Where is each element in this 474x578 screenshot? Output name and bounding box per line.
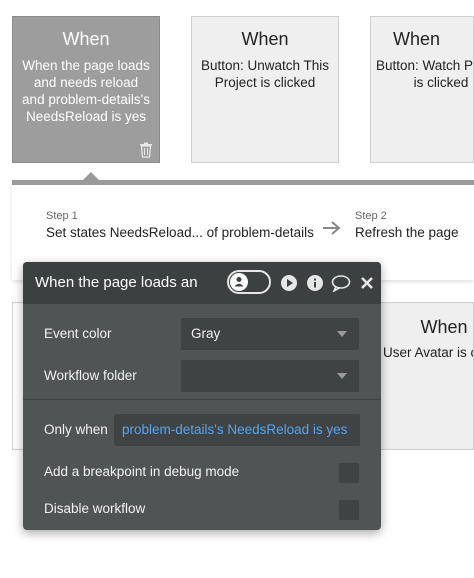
event-card-user-avatar[interactable]: When User Avatar is cl xyxy=(374,302,474,450)
breakpoint-label: Add a breakpoint in debug mode xyxy=(44,464,240,479)
disable-workflow-label: Disable workflow xyxy=(44,501,146,516)
event-card-unwatch-button[interactable]: When Button: Unwatch This Project is cli… xyxy=(191,16,339,163)
workflow-folder-label: Workflow folder xyxy=(44,368,137,383)
panel-header: When the page loads an xyxy=(23,262,381,304)
step-label: Step 2 xyxy=(355,210,387,222)
event-card-description: User Avatar is cl xyxy=(383,345,474,360)
trash-icon[interactable] xyxy=(139,142,153,158)
only-when-condition[interactable]: problem-details's NeedsReload is yes xyxy=(122,422,347,437)
breakpoint-checkbox[interactable] xyxy=(339,463,359,483)
chevron-down-icon xyxy=(337,331,347,337)
chevron-down-icon xyxy=(337,373,347,379)
panel-title[interactable]: When the page loads an xyxy=(35,274,207,291)
event-card-description: When the page loads and needs reload and… xyxy=(22,58,150,124)
event-color-dropdown[interactable]: Gray xyxy=(181,318,359,350)
event-card-title: When xyxy=(420,317,468,337)
step-text: Set states NeedsReload... of problem-det… xyxy=(46,225,314,240)
event-card-title: When xyxy=(62,29,110,49)
workflow-folder-dropdown[interactable] xyxy=(181,360,359,392)
event-color-value: Gray xyxy=(191,326,221,341)
user-toggle-icon xyxy=(230,273,248,291)
step-text: Refresh the page xyxy=(355,225,459,240)
event-card-page-load[interactable]: When When the page loads and needs reloa… xyxy=(12,16,160,163)
event-card-watch-button[interactable]: When Button: Watch Project is clicked xyxy=(370,16,474,163)
user-toggle[interactable] xyxy=(227,270,271,294)
event-card-description: Button: Watch Project is clicked xyxy=(375,58,474,90)
event-card-title: When xyxy=(393,29,441,49)
comment-icon[interactable] xyxy=(331,274,351,292)
panel-divider xyxy=(23,399,381,400)
step-1[interactable]: Step 1 Set states NeedsReload... of prob… xyxy=(46,210,314,240)
only-when-condition-field[interactable]: problem-details's NeedsReload is yes xyxy=(114,414,360,446)
play-icon[interactable] xyxy=(280,274,298,292)
disable-workflow-checkbox[interactable] xyxy=(339,500,359,520)
event-color-label: Event color xyxy=(44,326,112,341)
info-icon[interactable] xyxy=(306,274,324,292)
step-label: Step 1 xyxy=(46,210,78,222)
arrow-right-icon xyxy=(323,221,341,235)
close-icon[interactable] xyxy=(360,276,374,290)
only-when-label: Only when xyxy=(44,422,108,437)
event-card-description: Button: Unwatch This Project is clicked xyxy=(200,58,330,90)
workflow-property-panel: When the page loads an Event color Gray … xyxy=(23,262,381,530)
step-2[interactable]: Step 2 Refresh the page xyxy=(355,210,459,240)
event-card-title: When xyxy=(241,29,289,49)
